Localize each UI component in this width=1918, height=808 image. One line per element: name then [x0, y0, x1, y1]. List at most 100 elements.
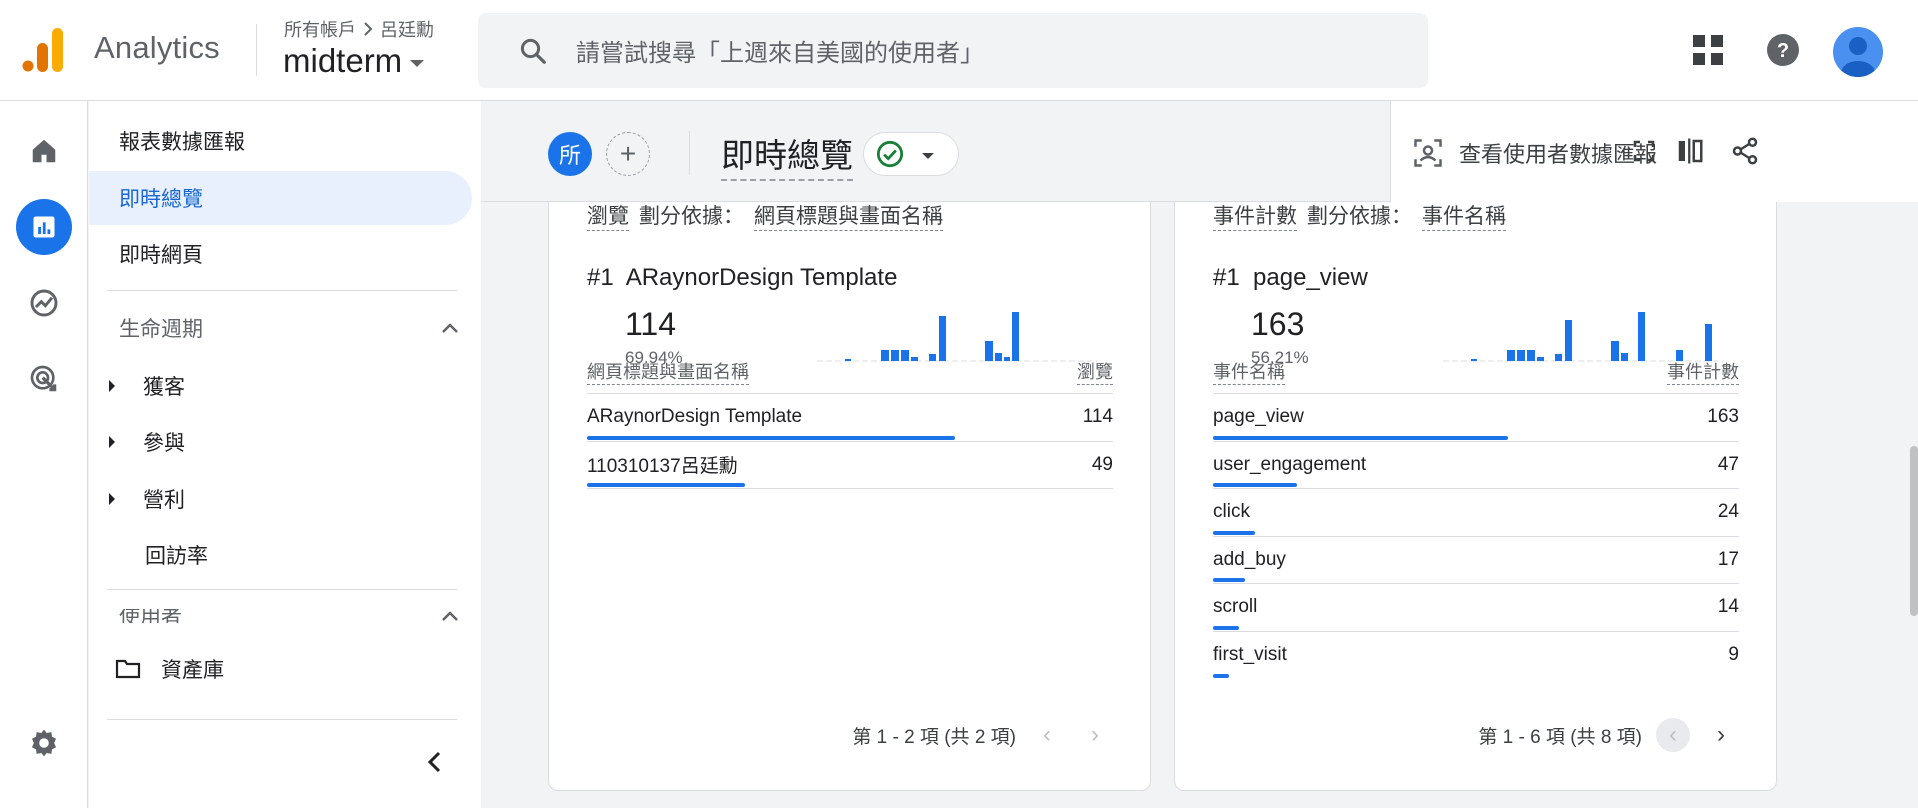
nav-item-retention[interactable]: 回訪率 — [145, 540, 208, 570]
search-bar[interactable]: 請嘗試搜尋「上週來自美國的使用者」 — [478, 13, 1428, 88]
top-value: 114 — [625, 306, 677, 342]
home-icon[interactable] — [16, 123, 72, 179]
nav-item-monetization[interactable]: 營利 — [109, 484, 185, 514]
top-item-title: #1 ARaynorDesign Template — [587, 264, 897, 292]
nav-item-label: 回訪率 — [145, 545, 208, 568]
table-row[interactable]: click 24 — [1213, 489, 1739, 537]
next-page-icon[interactable]: › — [1704, 718, 1738, 752]
metric-label[interactable]: 事件計數 — [1213, 200, 1297, 231]
table-row[interactable]: scroll 14 — [1213, 584, 1739, 632]
nav-item-engagement[interactable]: 參與 — [109, 427, 185, 457]
dimension-label[interactable]: 網頁標題與畫面名稱 — [754, 200, 943, 231]
apps-icon[interactable] — [1684, 26, 1732, 74]
search-icon — [520, 38, 546, 64]
row-share-bar — [1213, 625, 1240, 630]
prev-page-icon[interactable]: ‹ — [1030, 718, 1064, 752]
compare-icon[interactable] — [1670, 131, 1710, 171]
users-title: 使用者 — [119, 609, 182, 623]
account-icon[interactable] — [1833, 27, 1883, 77]
row-share-bar — [1213, 530, 1256, 535]
analytics-logo-icon[interactable] — [22, 26, 64, 74]
property-picker[interactable]: midterm — [283, 42, 425, 80]
prev-page-icon[interactable]: ‹ — [1656, 718, 1690, 752]
row-share-bar — [1213, 578, 1245, 582]
add-comparison-button[interactable]: + — [606, 132, 650, 176]
breadcrumb[interactable]: 所有帳戶 呂廷勳 — [284, 16, 434, 42]
nav-item-acquisition[interactable]: 獲客 — [109, 371, 185, 401]
nav-item-library[interactable]: 資產庫 — [115, 654, 224, 684]
row-value: 49 — [1091, 453, 1113, 475]
table-row[interactable]: page_view 163 — [1213, 394, 1739, 442]
column-header[interactable]: 瀏覽 — [1077, 358, 1113, 385]
property-name: midterm — [283, 42, 403, 79]
nav-item-label: 參與 — [143, 432, 185, 455]
column-header[interactable]: 事件計數 — [1667, 358, 1739, 385]
nav-item-realtime-pages[interactable]: 即時網頁 — [89, 227, 473, 281]
comparison-chip[interactable]: 所 — [548, 132, 592, 176]
table-header: 事件名稱 事件計數 — [1213, 350, 1739, 394]
nav-item-label: 資產庫 — [161, 659, 224, 682]
table-header: 網頁標題與畫面名稱 瀏覽 — [587, 350, 1113, 394]
divider — [107, 589, 457, 590]
row-share-bar — [587, 435, 956, 440]
nav-item-label: 營利 — [143, 489, 185, 512]
main-content: 所 + 即時總覽 查看使用者數據匯報 瀏覽 劃分依據： 網頁標題與畫面名稱 #1… — [481, 101, 1918, 808]
top-name: ARaynorDesign Template — [625, 264, 898, 291]
row-value: 47 — [1717, 453, 1739, 475]
users-section-header[interactable]: 使用者 — [119, 609, 459, 623]
row-value: 14 — [1717, 596, 1739, 618]
table-row[interactable]: ARaynorDesign Template 114 — [587, 394, 1113, 442]
nav-item-reports-snapshot[interactable]: 報表數據匯報 — [89, 114, 473, 168]
table-row[interactable]: user_engagement 47 — [1213, 442, 1739, 489]
settings-icon[interactable] — [16, 715, 72, 771]
chevron-up-icon — [442, 323, 458, 333]
divider — [107, 290, 457, 291]
chevron-right-icon — [364, 22, 373, 36]
caret-down-icon — [410, 59, 425, 67]
views-by-page-card: 瀏覽 劃分依據： 網頁標題與畫面名稱 #1 ARaynorDesign Temp… — [548, 161, 1151, 791]
nav-item-label: 獲客 — [143, 376, 185, 399]
column-header[interactable]: 事件名稱 — [1213, 358, 1285, 385]
share-icon[interactable] — [1725, 131, 1765, 171]
expand-arrow-icon — [109, 380, 115, 392]
row-share-bar — [1213, 435, 1508, 440]
dimension-label[interactable]: 事件名稱 — [1422, 200, 1506, 231]
help-icon[interactable]: ? — [1759, 26, 1807, 74]
reports-icon[interactable] — [16, 199, 72, 255]
divider — [256, 24, 257, 76]
collapse-icon[interactable] — [419, 747, 449, 777]
divider — [107, 719, 457, 720]
column-header[interactable]: 網頁標題與畫面名稱 — [587, 358, 749, 385]
top-value: 163 — [1251, 306, 1305, 342]
breakdown-label: 劃分依據： — [639, 205, 744, 228]
row-name: click — [1213, 501, 1250, 523]
data-table: 事件名稱 事件計數 page_view 163 user_engagement … — [1213, 350, 1739, 679]
breadcrumb-account[interactable]: 呂廷勳 — [380, 16, 434, 42]
advertising-icon[interactable] — [16, 351, 72, 407]
table-row[interactable]: 110310137呂廷勳 49 — [587, 442, 1113, 489]
lifecycle-section-header[interactable]: 生命週期 — [119, 313, 459, 343]
card-subtitle: 瀏覽 劃分依據： 網頁標題與畫面名稱 — [587, 200, 943, 231]
search-input[interactable]: 請嘗試搜尋「上週來自美國的使用者」 — [576, 33, 984, 68]
metric-label[interactable]: 瀏覽 — [587, 200, 629, 231]
user-report-button[interactable]: 查看使用者數據匯報 — [1413, 137, 1657, 169]
explore-icon[interactable] — [16, 275, 72, 331]
breadcrumb-all-accounts[interactable]: 所有帳戶 — [284, 16, 356, 42]
next-page-icon[interactable]: › — [1078, 718, 1112, 752]
row-value: 9 — [1728, 644, 1739, 666]
chevron-up-icon — [442, 611, 458, 621]
pagination-label: 第 1 - 2 項 (共 2 項) — [852, 726, 1016, 748]
fullscreen-icon[interactable] — [1624, 131, 1664, 171]
top-item-title: #1 page_view — [1213, 264, 1368, 292]
top-rank: #1 — [587, 264, 614, 291]
table-row[interactable]: first_visit 9 — [1213, 632, 1739, 680]
toolbar-actions: 查看使用者數據匯報 — [1390, 101, 1918, 202]
top-name: page_view — [1253, 264, 1368, 291]
row-share-bar — [1213, 674, 1229, 678]
table-row[interactable]: add_buy 17 — [1213, 537, 1739, 584]
row-value: 114 — [1082, 406, 1113, 428]
nav-item-realtime-overview[interactable]: 即時總覽 — [89, 171, 472, 225]
row-share-bar — [1213, 483, 1298, 487]
scrollbar[interactable] — [1910, 446, 1918, 616]
status-dropdown[interactable] — [863, 132, 959, 176]
